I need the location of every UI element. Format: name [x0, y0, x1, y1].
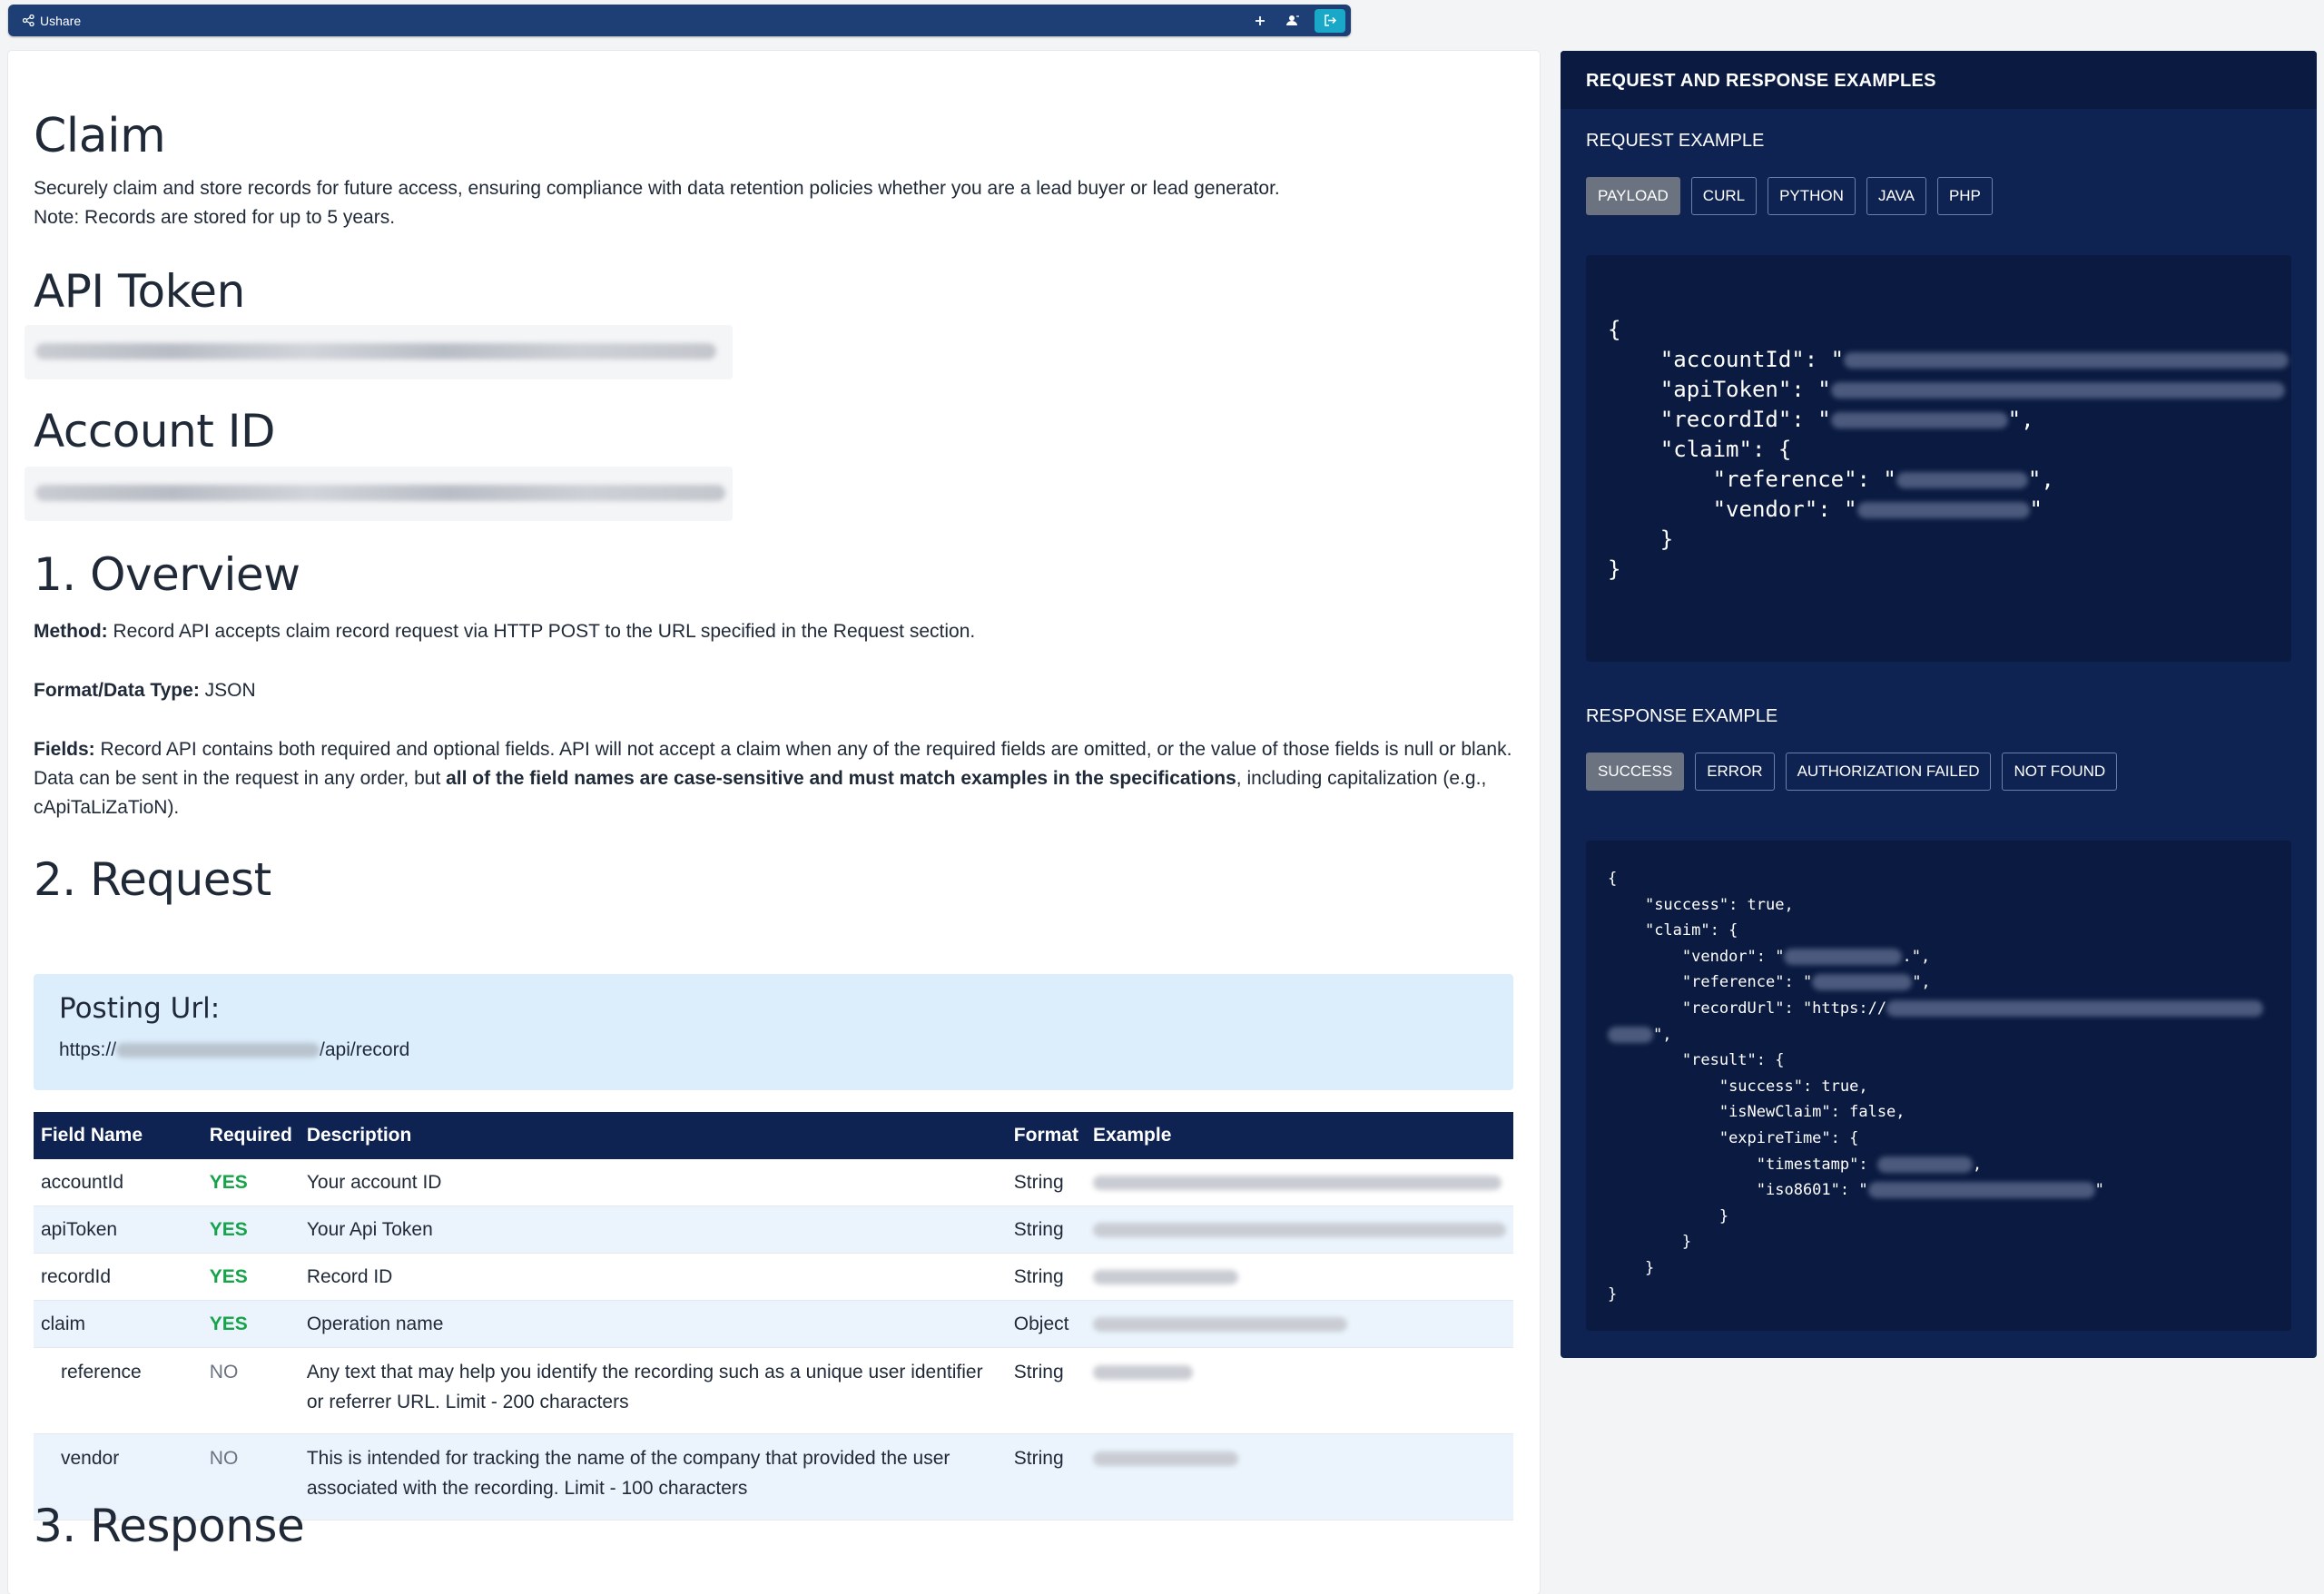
brand-name: Ushare: [40, 13, 82, 28]
logout-icon[interactable]: [1315, 8, 1345, 33]
col-required: Required: [209, 1125, 292, 1146]
col-field-name: Field Name: [41, 1125, 143, 1146]
table-row: recordId YES Record ID String: [34, 1253, 1513, 1301]
fields-text-3: cApiTaLiZaTioN).: [34, 797, 180, 818]
tab-java[interactable]: JAVA: [1866, 177, 1926, 215]
table-row: claim YES Operation name Object: [34, 1300, 1513, 1348]
account-id-heading: Account ID: [34, 405, 276, 458]
request-code-block[interactable]: { "accountId": " "apiToken": " "recordId…: [1586, 255, 2291, 662]
page-title: Claim: [34, 109, 166, 163]
main-panel: Claim Securely claim and store records f…: [8, 51, 1540, 1594]
examples-title: REQUEST AND RESPONSE EXAMPLES: [1586, 71, 1936, 91]
table-row: accountId YES Your account ID String: [34, 1159, 1513, 1206]
share-icon: [23, 15, 34, 26]
tab-payload[interactable]: PAYLOAD: [1586, 177, 1680, 215]
request-heading: 2. Request: [34, 853, 271, 906]
tab-success[interactable]: SUCCESS: [1586, 753, 1685, 791]
response-code-block[interactable]: { "success": true, "claim": { "vendor": …: [1586, 841, 2291, 1331]
brand[interactable]: Ushare: [23, 14, 81, 28]
format-text: Format/Data Type: JSON: [34, 680, 256, 701]
api-token-heading: API Token: [34, 265, 245, 318]
request-tabs: PAYLOAD CURL PYTHON JAVA PHP: [1586, 177, 1993, 215]
response-tabs: SUCCESS ERROR AUTHORIZATION FAILED NOT F…: [1586, 753, 2118, 791]
fields-text: Fields: Record API contains both require…: [34, 739, 1512, 760]
table-header-row: Field Name Required Description Format E…: [34, 1112, 1513, 1159]
fields-table: Field Name Required Description Format E…: [34, 1112, 1513, 1520]
overview-heading: 1. Overview: [34, 548, 300, 601]
intro-text: Securely claim and store records for fut…: [34, 178, 1280, 199]
fields-text-2: Data can be sent in the request in any o…: [34, 768, 1487, 789]
blurred-host: [116, 1043, 320, 1058]
tab-not-found[interactable]: NOT FOUND: [2002, 753, 2118, 791]
posting-url-title: Posting Url:: [59, 992, 221, 1025]
account-id-value[interactable]: [25, 467, 733, 521]
tab-php[interactable]: PHP: [1936, 177, 1993, 215]
top-bar: Ushare: [8, 5, 1351, 36]
plus-icon[interactable]: [1249, 10, 1271, 32]
col-example: Example: [1093, 1125, 1172, 1146]
col-format: Format: [1013, 1125, 1078, 1146]
user-icon[interactable]: [1282, 10, 1304, 32]
col-description: Description: [306, 1125, 412, 1146]
table-row: reference NO Any text that may help you …: [34, 1347, 1513, 1434]
examples-panel: REQUEST AND RESPONSE EXAMPLES REQUEST EX…: [1561, 51, 2317, 1358]
table-row: apiToken YES Your Api Token String: [34, 1205, 1513, 1254]
posting-url-box: Posting Url: https:// /api/record: [34, 974, 1513, 1090]
method-text: Method: Record API accepts claim record …: [34, 621, 976, 642]
response-heading: 3. Response: [34, 1500, 305, 1552]
tab-error[interactable]: ERROR: [1695, 753, 1775, 791]
api-token-value[interactable]: [25, 325, 733, 379]
request-example-label: REQUEST EXAMPLE: [1586, 131, 1765, 151]
response-example-label: RESPONSE EXAMPLE: [1586, 706, 1778, 726]
tab-authorization-failed[interactable]: AUTHORIZATION FAILED: [1785, 753, 1992, 791]
tab-curl[interactable]: CURL: [1690, 177, 1758, 215]
posting-url[interactable]: https:// /api/record: [59, 1039, 409, 1061]
retention-note: Note: Records are stored for up to 5 yea…: [34, 207, 396, 228]
tab-python[interactable]: PYTHON: [1768, 177, 1856, 215]
